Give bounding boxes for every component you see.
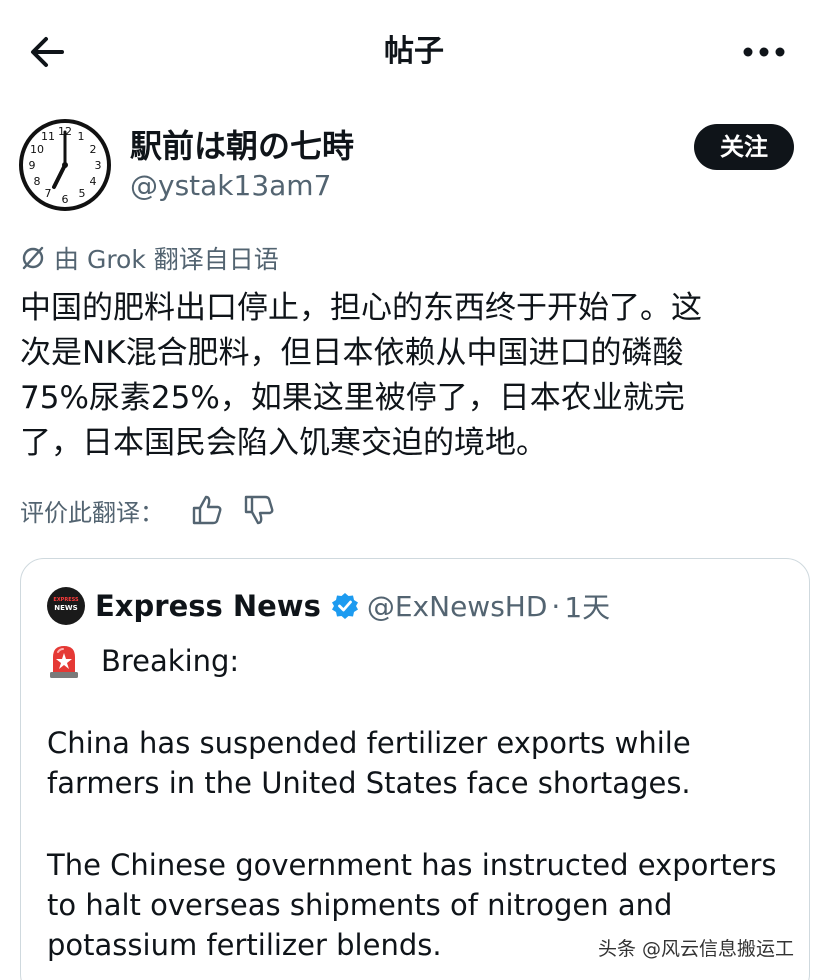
more-horizontal-icon	[743, 47, 785, 57]
clock-avatar-icon: 12 1 2 3 4 5 6 7 8 9 10 11	[19, 119, 111, 211]
meta-separator: ·	[551, 589, 561, 623]
thumbs-down-icon[interactable]	[242, 493, 276, 527]
grok-icon	[22, 246, 44, 270]
quote-text-line: to halt overseas shipments of nitrogen a…	[47, 888, 673, 922]
rate-translation-label: 评价此翻译：	[20, 498, 164, 527]
svg-text:4: 4	[90, 175, 97, 188]
breaking-text: Breaking:	[101, 644, 240, 678]
svg-text:11: 11	[41, 130, 55, 143]
watermark: 头条 @风云信息搬运工	[598, 938, 795, 960]
quote-text-line: The Chinese government has instructed ex…	[47, 848, 777, 882]
quote-avatar-text: EXPRESS	[53, 597, 79, 603]
breaking-line: Breaking:	[47, 639, 239, 683]
quote-avatar-text: NEWS	[54, 604, 78, 612]
quote-timestamp: 1天	[564, 591, 611, 624]
translation-note: 由 Grok 翻译自日语	[20, 238, 279, 278]
post-text: 中国的肥料出口停止，担心的东西终于开始了。这 次是NK混合肥料，但日本依赖从中国…	[20, 286, 812, 466]
top-bar: 帖子	[0, 0, 828, 100]
more-options-button[interactable]	[740, 30, 788, 74]
quote-paragraph: China has suspended fertilizer exports w…	[47, 723, 691, 803]
quote-text-line: China has suspended fertilizer exports w…	[47, 726, 691, 760]
page-title: 帖子	[384, 34, 444, 69]
svg-text:2: 2	[90, 143, 97, 156]
svg-text:3: 3	[95, 159, 102, 172]
author-avatar[interactable]: 12 1 2 3 4 5 6 7 8 9 10 11	[18, 118, 112, 212]
svg-text:10: 10	[30, 143, 44, 156]
verified-badge-icon	[331, 593, 358, 619]
post-text-line: 了，日本国民会陷入饥寒交迫的境地。	[20, 425, 547, 461]
author-handle[interactable]: @ystak13am7	[130, 166, 331, 206]
svg-text:6: 6	[62, 193, 69, 206]
quote-author-name[interactable]: Express News	[95, 589, 321, 623]
svg-text:8: 8	[34, 175, 41, 188]
rate-translation-row: 评价此翻译：	[20, 488, 276, 532]
quote-text-line: farmers in the United States face shorta…	[47, 766, 691, 800]
quote-author-handle[interactable]: @ExNewsHD	[367, 590, 548, 623]
post-text-line: 中国的肥料出口停止，担心的东西终于开始了。这	[20, 290, 702, 326]
author-name[interactable]: 駅前は朝の七時	[130, 124, 354, 168]
quote-avatar[interactable]: EXPRESS NEWS	[47, 587, 85, 625]
thumbs-up-icon[interactable]	[190, 493, 224, 527]
svg-text:9: 9	[29, 159, 36, 172]
svg-text:7: 7	[45, 187, 52, 200]
translation-note-text: 由 Grok 翻译自日语	[54, 245, 279, 274]
svg-text:5: 5	[79, 187, 86, 200]
quoted-post-card[interactable]: EXPRESS NEWS Express News @ExNewsHD · 1天…	[20, 558, 810, 980]
post-text-line: 75%尿素25%，如果这里被停了，日本农业就完	[20, 380, 685, 416]
svg-text:1: 1	[78, 130, 85, 143]
post-text-line: 次是NK混合肥料，但日本依赖从中国进口的磷酸	[20, 335, 684, 371]
quote-header: Express News @ExNewsHD · 1天	[95, 583, 610, 629]
siren-icon	[50, 646, 78, 678]
follow-button[interactable]: 关注	[694, 124, 794, 170]
